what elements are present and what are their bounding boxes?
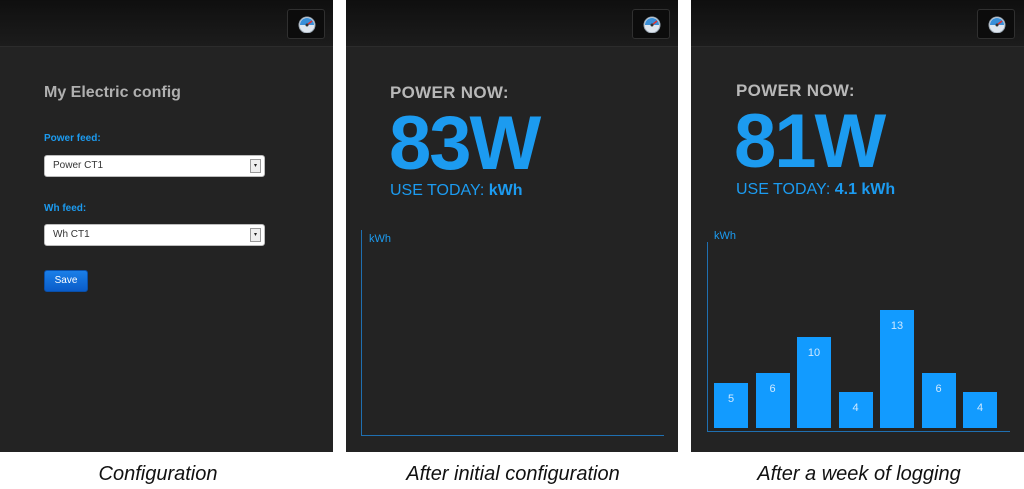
- caption-initial: After initial configuration: [406, 463, 620, 485]
- use-today: USE TODAY: kWh: [390, 182, 523, 200]
- chart-x-axis: [361, 435, 664, 436]
- bar-value-label: 4: [976, 401, 984, 414]
- gauge-icon: [298, 16, 316, 33]
- power-now-label: POWER NOW:: [736, 81, 855, 100]
- bar-value-label: 6: [769, 383, 776, 396]
- bar-value-label: 5: [727, 392, 735, 405]
- use-today: USE TODAY: 4.1 kWh: [736, 181, 895, 199]
- wh-feed-select[interactable]: Wh CT1 ▾: [44, 224, 265, 246]
- bar: 5: [714, 382, 748, 428]
- caption-configuration: Configuration: [98, 463, 218, 485]
- initial-panel: POWER NOW: 83W USE TODAY: kWh kWh: [346, 0, 678, 452]
- caption-week: After a week of logging: [757, 463, 961, 485]
- chart-y-label: kWh: [369, 233, 391, 245]
- top-bar: [691, 0, 1024, 47]
- chart-y-axis: [707, 242, 708, 432]
- use-today-value: 4.1 kWh: [834, 181, 896, 198]
- use-today-label: USE TODAY:: [390, 182, 485, 199]
- gauge-icon: [643, 16, 661, 33]
- bar: 13: [880, 309, 914, 428]
- chevron-down-icon: ▾: [250, 228, 261, 242]
- week-panel: POWER NOW: 81W USE TODAY: 4.1 kWh kWh 5 6…: [691, 0, 1024, 452]
- power-feed-value: Power CT1: [53, 160, 104, 171]
- config-panel: My Electric config Power feed: Power CT1…: [0, 0, 333, 452]
- top-bar: [0, 0, 333, 47]
- gauge-icon: [988, 16, 1006, 33]
- use-today-label: USE TODAY:: [736, 181, 831, 198]
- power-now-value: 83W: [389, 101, 541, 186]
- config-title: My Electric config: [44, 84, 181, 101]
- dashboard-button[interactable]: [977, 9, 1015, 39]
- dashboard-button[interactable]: [287, 9, 325, 39]
- bar-value-label: 4: [852, 401, 859, 414]
- chart-y-axis: [361, 230, 362, 436]
- power-now-value: 81W: [734, 99, 886, 184]
- chevron-down-icon: ▾: [250, 159, 261, 173]
- chart-x-axis: [707, 431, 1010, 432]
- power-feed-label: Power feed:: [44, 133, 101, 144]
- use-today-value: kWh: [488, 182, 523, 199]
- bar-value-label: 10: [807, 347, 821, 359]
- bar: 6: [921, 373, 956, 428]
- bar-value-label: 13: [890, 319, 904, 332]
- top-bar: [346, 0, 678, 47]
- bar: 4: [963, 391, 997, 428]
- save-button[interactable]: Save: [44, 270, 88, 292]
- chart-y-label: kWh: [714, 230, 736, 242]
- bar: 10: [797, 337, 831, 428]
- bar: 6: [755, 373, 790, 428]
- wh-feed-value: Wh CT1: [53, 229, 90, 240]
- power-feed-select[interactable]: Power CT1 ▾: [44, 155, 265, 177]
- bar-value-label: 6: [935, 383, 942, 396]
- dashboard-button[interactable]: [632, 9, 670, 39]
- wh-feed-label: Wh feed:: [44, 203, 87, 214]
- bar: 4: [838, 391, 873, 428]
- power-now-label: POWER NOW:: [390, 83, 509, 102]
